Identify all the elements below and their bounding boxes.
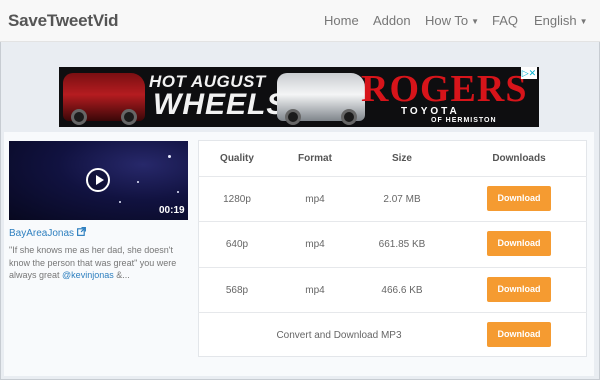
ad-wheel [341, 109, 357, 125]
nav-home[interactable]: Home [324, 13, 359, 28]
ad-brand-location: OF HERMISTON [431, 117, 497, 124]
nav-addon-label: Addon [373, 13, 411, 28]
ad-wheel [121, 109, 137, 125]
caret-down-icon: ▼ [579, 17, 588, 27]
row-format: mp4 [305, 239, 325, 250]
external-link-icon [77, 227, 87, 236]
row-size: 2.07 MB [383, 194, 421, 205]
download-mp3-button[interactable]: Download [487, 322, 551, 347]
download-button[interactable]: Download [487, 277, 551, 302]
ad-wheel [285, 109, 301, 125]
header-format: Format [298, 153, 332, 164]
ad-choices-icon[interactable]: ▷✕ [521, 67, 537, 79]
row-format: mp4 [305, 194, 325, 205]
author-name: BayAreaJonas [9, 228, 75, 239]
nav-howto-dropdown[interactable]: How To ▼ [425, 13, 479, 28]
nav-howto-label: How To [425, 13, 469, 28]
nav-language-label: English [534, 13, 577, 28]
play-icon[interactable] [86, 168, 110, 192]
nav-addon[interactable]: Addon [373, 13, 411, 28]
nav-home-label: Home [324, 13, 359, 28]
mp3-convert-label: Convert and Download MP3 [276, 330, 402, 341]
star-dot [137, 181, 139, 183]
star-dot [119, 201, 121, 203]
ad-car-image [63, 73, 145, 125]
row-size: 466.6 KB [381, 285, 423, 296]
navbar: SaveTweetVid Home Addon How To ▼ FAQ Engl… [0, 0, 600, 42]
ad-brand-sub: TOYOTA [401, 106, 460, 117]
nav-faq[interactable]: FAQ [492, 13, 518, 28]
star-dot [177, 191, 179, 193]
download-button[interactable]: Download [487, 231, 551, 256]
ad-banner[interactable]: HOT AUGUST WHEELS ROGERS TOYOTA OF HERMI… [59, 67, 539, 127]
header-size: Size [391, 153, 412, 164]
site-logo[interactable]: SaveTweetVid [8, 11, 119, 31]
ad-headline-main: WHEELS [153, 88, 288, 121]
nav-faq-label: FAQ [492, 13, 519, 28]
tweet-text: "If she knows me as her dad, she doesn't… [9, 244, 191, 282]
author-link[interactable]: BayAreaJonas [9, 227, 87, 239]
row-quality: 568p [225, 285, 249, 296]
header-quality: Quality [220, 153, 254, 164]
header-downloads: Downloads [492, 153, 546, 164]
row-size: 661.85 KB [378, 239, 426, 250]
row-quality: 640p [225, 239, 249, 250]
star-dot [168, 155, 171, 158]
ad-car-image [277, 73, 365, 125]
row-quality: 1280p [223, 194, 251, 205]
caret-down-icon: ▼ [471, 17, 480, 27]
nav-language-dropdown[interactable]: English ▼ [534, 13, 588, 28]
download-button[interactable]: Download [487, 186, 551, 211]
ad-brand: ROGERS [361, 68, 528, 110]
video-duration: 00:19 [159, 205, 185, 216]
tweet-mention-link[interactable]: @kevinjonas [62, 270, 114, 280]
tweet-ellipsis: &... [113, 270, 130, 280]
ad-wheel [71, 109, 87, 125]
row-format: mp4 [305, 285, 325, 296]
